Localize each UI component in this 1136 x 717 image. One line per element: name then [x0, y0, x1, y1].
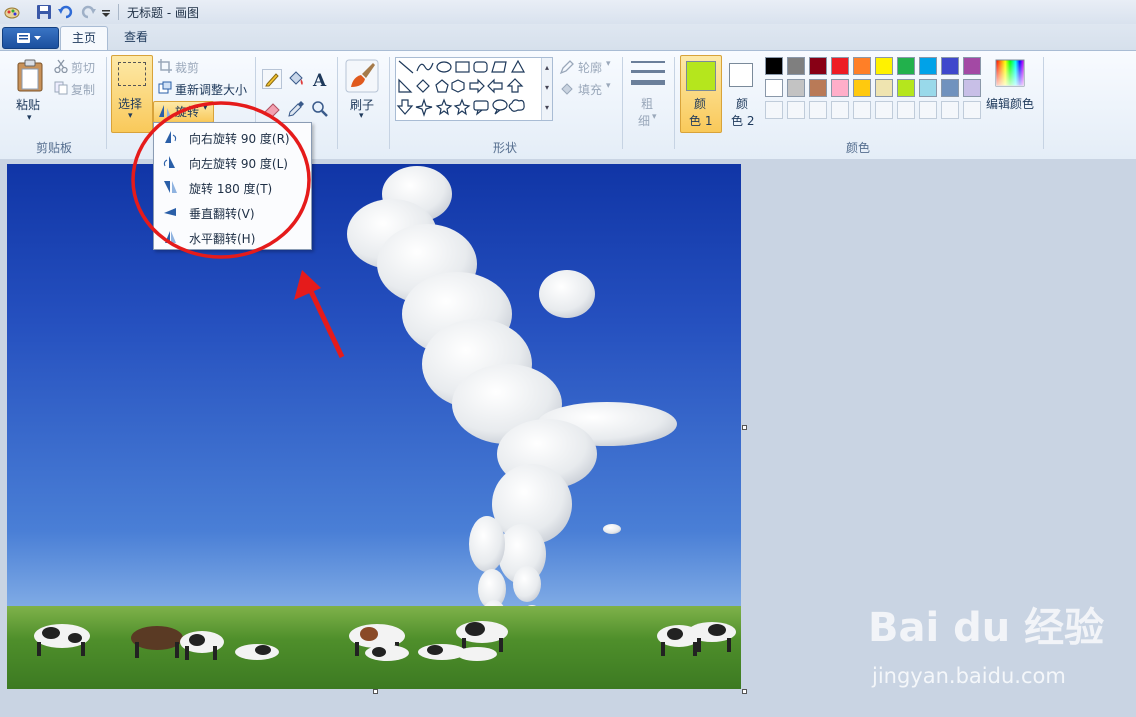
custom-color-slot[interactable] — [787, 101, 805, 119]
cloud — [347, 166, 677, 633]
crop-label[interactable]: 裁剪 — [175, 59, 199, 76]
color2-label-line1: 颜 — [736, 97, 749, 111]
pencil-icon[interactable] — [262, 69, 282, 89]
colors-group-label: 颜色 — [846, 141, 871, 155]
resize-handle-bottom[interactable] — [373, 689, 378, 694]
group-divider — [106, 57, 107, 149]
image-canvas[interactable] — [7, 164, 741, 689]
palette-swatch[interactable] — [809, 57, 827, 75]
paste-icon[interactable] — [16, 59, 46, 93]
svg-text:A: A — [312, 71, 327, 89]
palette-swatch[interactable] — [875, 79, 893, 97]
color2-button[interactable] — [729, 63, 753, 87]
palette-swatch[interactable] — [897, 57, 915, 75]
color1-label-line1: 颜 — [694, 97, 707, 111]
custom-color-slot[interactable] — [919, 101, 937, 119]
ribbon-tab-row: 主页 查看 — [0, 24, 1136, 51]
landscape-photo — [7, 166, 741, 689]
copy-label[interactable]: 复制 — [71, 81, 95, 98]
custom-color-slot[interactable] — [831, 101, 849, 119]
palette-swatch[interactable] — [941, 79, 959, 97]
palette-swatch[interactable] — [919, 57, 937, 75]
palette-swatch[interactable] — [897, 79, 915, 97]
palette-swatch[interactable] — [853, 79, 871, 97]
clipboard-group-label: 剪贴板 — [36, 141, 73, 155]
size-label-line1: 粗 — [641, 97, 654, 111]
custom-color-slot[interactable] — [941, 101, 959, 119]
paint-app-icon[interactable] — [4, 4, 20, 20]
custom-color-slot[interactable] — [809, 101, 827, 119]
crop-icon[interactable] — [158, 59, 172, 73]
annotation-overlay — [131, 101, 345, 359]
fill-bucket-icon[interactable] — [286, 69, 306, 89]
baidu-watermark-url: jingyan.baidu.com — [872, 664, 1066, 688]
paste-dropdown-icon[interactable]: ▾ — [27, 113, 32, 123]
menu-icon — [17, 33, 41, 43]
annotation-arrow — [305, 283, 345, 359]
group-divider — [1043, 57, 1044, 149]
copy-icon[interactable] — [54, 81, 68, 95]
palette-swatch[interactable] — [765, 57, 783, 75]
palette-swatch[interactable] — [765, 79, 783, 97]
shapes-gallery[interactable]: ▴ ▾ ▾ — [395, 57, 553, 121]
outline-label[interactable]: 轮廓 — [578, 59, 602, 76]
save-icon[interactable] — [36, 4, 52, 20]
palette-swatch[interactable] — [853, 57, 871, 75]
brush-icon[interactable] — [345, 59, 379, 93]
outline-dropdown-icon[interactable]: ▾ — [606, 59, 611, 69]
shapes-scroll[interactable]: ▴ ▾ ▾ — [541, 58, 552, 120]
undo-icon[interactable] — [58, 4, 74, 20]
resize-handle-right[interactable] — [742, 425, 747, 430]
fill-dropdown-icon[interactable]: ▾ — [606, 81, 611, 91]
palette-swatch[interactable] — [941, 57, 959, 75]
redo-icon[interactable] — [80, 4, 96, 20]
cut-icon[interactable] — [54, 59, 68, 73]
size-dropdown-icon[interactable]: ▾ — [652, 112, 657, 122]
palette-swatch[interactable] — [831, 57, 849, 75]
size-button[interactable] — [631, 59, 665, 91]
shape-icons — [396, 59, 526, 117]
palette-swatch[interactable] — [963, 79, 981, 97]
group-divider — [622, 57, 623, 149]
custom-color-slot[interactable] — [875, 101, 893, 119]
window-title: 无标题 - 画图 — [127, 6, 199, 20]
size-label-line2: 细 — [638, 114, 651, 128]
custom-color-slot[interactable] — [853, 101, 871, 119]
resize-icon[interactable] — [158, 81, 172, 95]
baidu-watermark-logo: Bai du 经验 — [868, 605, 1105, 651]
title-bar: 无标题 - 画图 — [0, 0, 1136, 25]
color2-label-line2: 色 2 — [731, 114, 755, 128]
fill-label[interactable]: 填充 — [578, 81, 602, 98]
edit-colors-icon[interactable] — [995, 59, 1025, 87]
color1-label-line2: 色 1 — [689, 114, 713, 128]
palette-swatch[interactable] — [963, 57, 981, 75]
cut-label[interactable]: 剪切 — [71, 59, 95, 76]
paste-label[interactable]: 粘贴 — [16, 96, 40, 113]
custom-color-slot[interactable] — [963, 101, 981, 119]
application-menu-button[interactable] — [2, 27, 59, 49]
text-tool-icon[interactable]: A — [310, 69, 330, 89]
customize-toolbar-icon[interactable] — [100, 4, 112, 20]
outline-icon[interactable] — [559, 59, 575, 75]
resize-handle-corner[interactable] — [742, 689, 747, 694]
custom-color-slot[interactable] — [897, 101, 915, 119]
fill-icon[interactable] — [559, 81, 575, 97]
group-divider — [389, 57, 390, 149]
palette-swatch[interactable] — [919, 79, 937, 97]
palette-swatch[interactable] — [809, 79, 827, 97]
palette-swatch[interactable] — [787, 79, 805, 97]
tab-home[interactable]: 主页 — [60, 26, 109, 51]
tab-view[interactable]: 查看 — [113, 26, 159, 50]
annotation-arrowhead — [294, 270, 321, 300]
custom-color-slot[interactable] — [765, 101, 783, 119]
edit-colors-label[interactable]: 编辑颜色 — [986, 95, 1034, 112]
palette-swatch[interactable] — [787, 57, 805, 75]
palette-swatch[interactable] — [875, 57, 893, 75]
shapes-group-label: 形状 — [493, 141, 518, 155]
group-divider — [674, 57, 675, 149]
annotation-circle — [131, 101, 311, 259]
palette-swatch[interactable] — [831, 79, 849, 97]
